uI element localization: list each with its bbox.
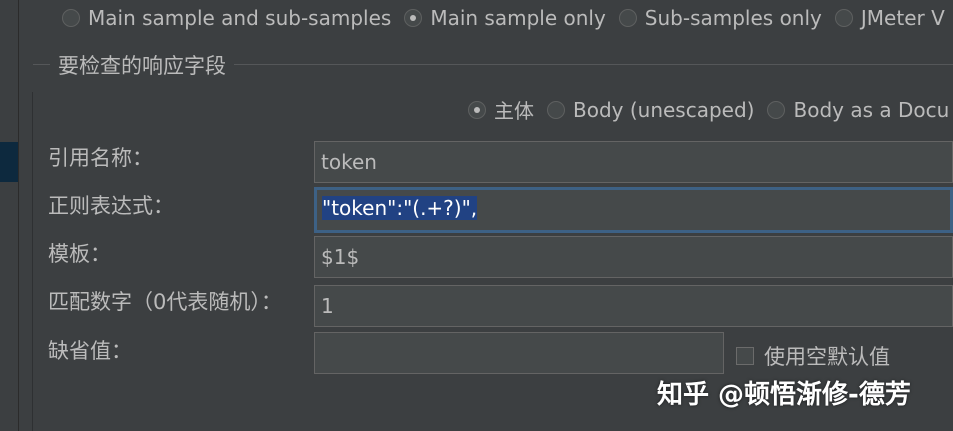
match-no-label: 匹配数字（0代表随机）： [48,290,282,314]
radio-label: Main sample and sub-samples [88,6,392,30]
radio-label: 主体 [494,99,534,123]
sample-scope-radio-group: Main sample and sub-samples Main sample … [62,6,953,30]
template-label: 模板： [48,242,111,266]
match-no-value: 1 [321,294,334,318]
response-field-radio-group: 主体 Body (unescaped) Body as a Docu [468,95,953,124]
template-input[interactable]: $1$ [314,236,953,278]
radio-button-icon[interactable] [767,100,786,119]
radio-button-icon[interactable] [547,100,565,119]
watermark: 知乎 @顿悟渐修-德芳 [657,380,911,410]
default-value-label: 缺省值： [48,339,132,363]
tree-selection-highlight[interactable] [0,142,18,182]
radio-body-unescaped[interactable]: Body (unescaped) [547,98,754,122]
reference-name-label: 引用名称： [48,146,153,170]
regex-input[interactable]: "token":"(.+?)", [314,187,953,233]
radio-label: Sub-samples only [644,6,822,30]
template-value: $1$ [321,245,360,269]
regex-label: 正则表达式： [48,194,174,218]
radio-body-as-document[interactable]: Body as a Docu [767,98,949,122]
checkbox-label: 使用空默认值 [764,345,890,369]
radio-button-selected-icon[interactable] [468,100,486,119]
radio-label: JMeter V [860,6,945,30]
default-value-input[interactable] [314,332,724,374]
radio-label: Body (unescaped) [573,97,755,122]
radio-body[interactable]: 主体 [468,95,534,124]
section-title-response-field: 要检查的响应字段 [50,50,234,80]
radio-sub-samples-only[interactable]: Sub-samples only [618,6,822,30]
radio-label: Main sample only [430,6,606,30]
radio-button-icon[interactable] [618,9,637,27]
panel-divider [32,92,33,431]
checkbox-icon[interactable] [736,347,754,365]
reference-name-value: token [321,150,377,174]
radio-jmeter-variable[interactable]: JMeter V [834,6,945,30]
radio-main-and-sub-samples[interactable]: Main sample and sub-samples [62,6,391,30]
reference-name-input[interactable]: token [314,141,953,183]
radio-main-sample-only[interactable]: Main sample only [404,6,606,30]
radio-button-selected-icon[interactable] [404,9,423,27]
radio-button-icon[interactable] [834,9,853,27]
regex-value-selected: "token":"(.+?)", [322,196,478,220]
use-empty-default-checkbox[interactable]: 使用空默认值 [736,341,890,371]
left-panel-strip [0,0,19,431]
match-no-input[interactable]: 1 [314,285,953,327]
radio-label: Body as a Docu [793,97,950,122]
radio-button-icon[interactable] [62,9,80,27]
